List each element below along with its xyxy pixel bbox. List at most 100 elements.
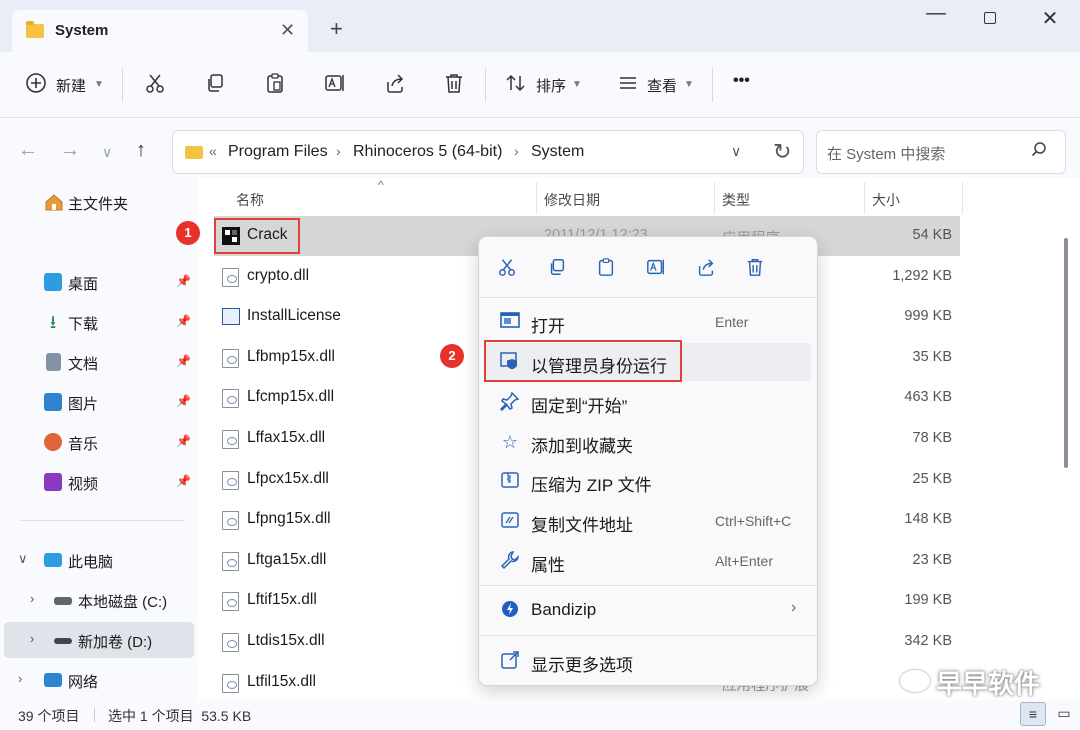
back-icon[interactable]: ← [18,140,38,160]
sort-button[interactable]: 排序 [536,75,566,96]
menu-item-properties[interactable]: 属性 Alt+Enter [485,542,811,580]
sort-ascending-icon: ^ [378,178,384,192]
chevron-down-icon[interactable]: ∨ [18,551,28,567]
new-button[interactable]: 新建 [56,75,86,96]
sidebar-item-drive-d[interactable]: › 新加卷 (D:) [4,622,194,658]
sidebar-item-home[interactable]: 主文件夹 [4,184,194,220]
sidebar-item-music[interactable]: 音乐 📌 [4,424,194,460]
sidebar-item-pictures[interactable]: 图片 📌 [4,384,194,420]
breadcrumb-program-files[interactable]: Program Files [228,143,328,161]
toolbar-divider [485,68,486,102]
pin-icon[interactable]: 📌 [176,274,191,288]
search-box[interactable]: 在 System 中搜索 [816,130,1066,174]
pin-icon[interactable]: 📌 [176,474,191,488]
sidebar-item-downloads[interactable]: ⭳ 下载 📌 [4,304,194,340]
paste-icon[interactable] [263,72,287,96]
menu-item-label: 压缩为 ZIP 文件 [531,476,652,495]
dll-file-icon [222,430,239,449]
share-icon[interactable] [383,72,407,96]
highlight-box-run-as-admin [484,340,682,382]
scrollbar-thumb[interactable] [1064,238,1068,468]
watermark-text: 早早软件 [936,669,1041,699]
share-icon[interactable] [694,257,718,281]
tiles-view-button[interactable]: ▭ [1052,702,1076,726]
refresh-icon[interactable]: ↻ [773,139,791,165]
rename-icon[interactable] [323,72,347,96]
pictures-icon [44,393,62,411]
breadcrumb-system[interactable]: System [531,143,584,161]
column-header-type[interactable]: 类型 [722,190,750,210]
up-icon[interactable]: ↑ [136,140,146,160]
rename-icon[interactable] [644,257,668,281]
address-bar[interactable]: « Program Files › Rhinoceros 5 (64-bit) … [172,130,804,174]
chevron-right-icon[interactable]: › [30,591,34,606]
cut-icon[interactable] [143,72,167,96]
chevron-right-icon[interactable]: › [514,143,519,159]
chevron-right-icon[interactable]: › [30,631,34,646]
sidebar-item-videos[interactable]: 视频 📌 [4,464,194,500]
menu-item-bandizip[interactable]: Bandizip › [485,591,811,629]
more-options-button[interactable]: ••• [733,72,750,90]
menu-item-open[interactable]: 打开 Enter [485,303,811,341]
status-divider [94,708,95,722]
new-icon[interactable] [24,72,48,96]
view-button[interactable]: 查看 [647,75,677,96]
sort-chevron-icon[interactable]: ▼ [572,79,582,90]
column-header-name[interactable]: 名称 [236,190,264,210]
zip-icon [499,470,521,492]
details-view-button[interactable]: ≡ [1020,702,1046,726]
view-icon[interactable] [616,72,640,96]
column-divider[interactable] [714,182,715,214]
delete-icon[interactable] [743,257,767,281]
forward-icon[interactable]: → [60,140,80,160]
sidebar-item-network[interactable]: › 网络 [4,662,194,698]
search-icon[interactable] [1031,141,1047,162]
breadcrumb-rhinoceros[interactable]: Rhinoceros 5 (64-bit) [353,143,502,161]
file-name: crypto.dll [247,267,310,284]
close-tab-icon[interactable]: ✕ [280,20,295,41]
sidebar-item-desktop[interactable]: 桌面 📌 [4,264,194,300]
delete-icon[interactable] [442,72,466,96]
column-divider[interactable] [864,182,865,214]
pin-icon[interactable]: 📌 [176,394,191,408]
sort-icon[interactable] [504,72,528,96]
recent-locations-icon[interactable]: ∨ [102,142,112,162]
address-dropdown-icon[interactable]: ∨ [731,143,741,160]
chevron-right-icon[interactable]: › [336,143,341,159]
copy-icon[interactable] [203,72,227,96]
overflow-crumb[interactable]: « [209,143,217,159]
new-chevron-icon[interactable]: ▼ [94,79,104,90]
file-name: Lffax15x.dll [247,429,326,446]
cut-icon[interactable] [495,257,519,281]
search-input[interactable]: 在 System 中搜索 [827,143,945,164]
column-divider[interactable] [536,182,537,214]
menu-item-show-more-options[interactable]: 显示更多选项 [485,642,811,680]
menu-item-copy-path[interactable]: 复制文件地址 Ctrl+Shift+C [485,502,811,540]
copy-icon[interactable] [545,257,569,281]
file-name: Ltdis15x.dll [247,632,325,649]
menu-item-label: 打开 [531,317,565,336]
column-divider[interactable] [962,182,963,214]
menu-item-compress-zip[interactable]: 压缩为 ZIP 文件 [485,462,811,500]
tab-system[interactable]: System ✕ [12,10,308,52]
minimize-button[interactable]: — [916,2,956,30]
column-header-date[interactable]: 修改日期 [544,190,600,210]
pin-icon[interactable]: 📌 [176,354,191,368]
context-menu: 打开 Enter 以管理员身份运行 固定到“开始” ☆ 添加到收藏夹 压缩为 Z… [478,236,819,686]
close-window-button[interactable]: ✕ [1030,6,1070,34]
drive-icon [54,638,72,644]
pin-icon[interactable]: 📌 [176,434,191,448]
column-header-size[interactable]: 大小 [872,190,900,210]
new-tab-button[interactable]: + [330,18,343,40]
menu-item-pin-to-start[interactable]: 固定到“开始” [485,383,811,421]
file-name: Lfpcx15x.dll [247,470,329,487]
view-chevron-icon[interactable]: ▼ [684,79,694,90]
sidebar-item-this-pc[interactable]: ∨ 此电脑 [4,542,194,578]
chevron-right-icon[interactable]: › [18,671,22,686]
sidebar-item-documents[interactable]: 文档 📌 [4,344,194,380]
menu-item-add-to-favorites[interactable]: ☆ 添加到收藏夹 [485,423,811,461]
pin-icon[interactable]: 📌 [176,314,191,328]
paste-icon[interactable] [594,257,618,281]
sidebar-item-drive-c[interactable]: › 本地磁盘 (C:) [4,582,194,618]
maximize-button[interactable] [970,6,1010,34]
